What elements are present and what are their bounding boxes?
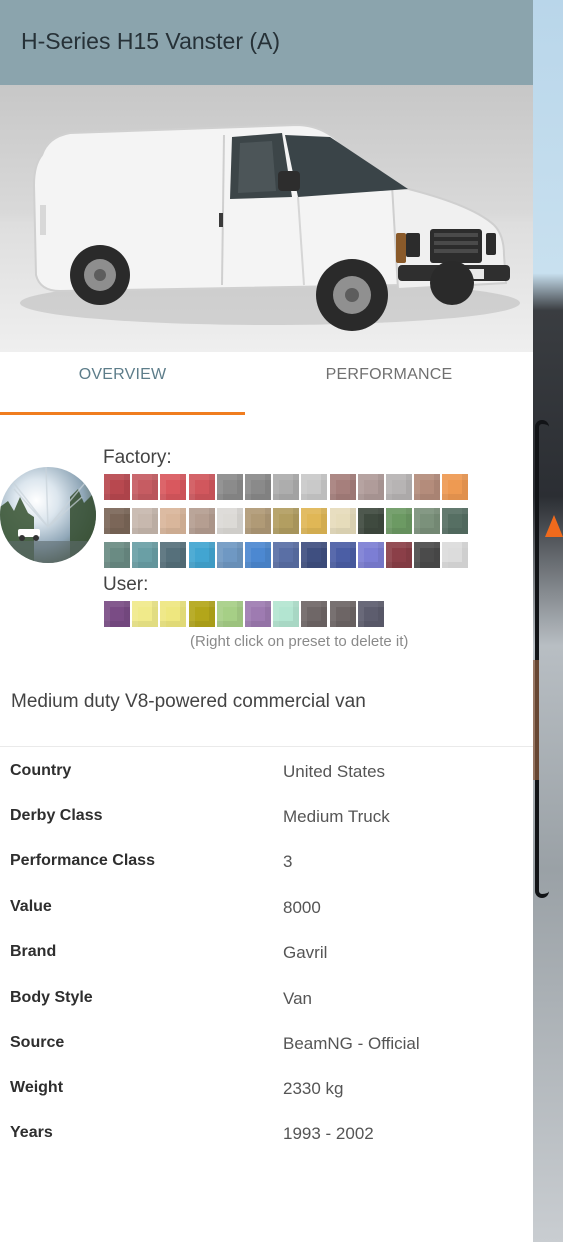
info-key: Brand	[10, 943, 57, 960]
factory-colors-label: Factory:	[103, 447, 172, 468]
factory-color-swatch[interactable]	[273, 542, 300, 568]
user-color-swatch[interactable]	[104, 601, 130, 627]
van-illustration	[20, 123, 520, 331]
info-key: Derby Class	[10, 807, 103, 824]
user-colors-label: User:	[103, 574, 149, 595]
info-row-country: Country United States	[0, 762, 533, 806]
factory-color-swatch[interactable]	[132, 542, 159, 568]
factory-color-swatch[interactable]	[329, 474, 356, 500]
info-value: 8000	[283, 898, 321, 917]
info-value: Van	[283, 989, 312, 1008]
user-color-swatch[interactable]	[245, 601, 271, 627]
factory-color-swatch[interactable]	[357, 508, 384, 534]
info-row-weight: Weight 2330 kg	[0, 1079, 533, 1123]
info-row-body-style: Body Style Van	[0, 989, 533, 1033]
user-color-swatch[interactable]	[301, 601, 328, 627]
user-color-swatch[interactable]	[273, 601, 300, 627]
factory-color-swatch[interactable]	[216, 542, 243, 568]
factory-color-swatch[interactable]	[245, 508, 271, 534]
info-key: Body Style	[10, 989, 93, 1006]
factory-color-swatch[interactable]	[357, 474, 384, 500]
tab-overview[interactable]: OVERVIEW	[0, 366, 245, 402]
factory-color-swatch[interactable]	[386, 542, 412, 568]
factory-color-swatch[interactable]	[386, 508, 412, 534]
info-key: Source	[10, 1034, 65, 1051]
user-color-swatch[interactable]	[188, 601, 215, 627]
info-value: 1993 - 2002	[283, 1124, 374, 1143]
vehicle-title: H-Series H15 Vanster (A)	[21, 28, 281, 54]
info-row-derby-class: Derby Class Medium Truck	[0, 807, 533, 851]
factory-color-swatch[interactable]	[245, 542, 271, 568]
factory-color-swatch[interactable]	[442, 474, 469, 500]
factory-color-swatch[interactable]	[104, 474, 130, 500]
factory-color-swatch[interactable]	[386, 474, 412, 500]
factory-color-swatch[interactable]	[216, 474, 243, 500]
factory-color-swatch[interactable]	[132, 508, 159, 534]
factory-color-swatch[interactable]	[188, 474, 215, 500]
factory-color-swatch[interactable]	[329, 508, 356, 534]
vehicle-description: Medium duty V8-powered commercial van	[11, 691, 366, 712]
factory-color-swatch[interactable]	[160, 508, 187, 534]
user-color-swatch[interactable]	[357, 601, 384, 627]
factory-color-swatch[interactable]	[188, 542, 215, 568]
info-row-brand: Brand Gavril	[0, 943, 533, 987]
background-object	[533, 660, 539, 780]
info-value: 2330 kg	[283, 1079, 344, 1098]
environment-map-thumbnail[interactable]	[0, 467, 96, 563]
info-row-source: Source BeamNG - Official	[0, 1034, 533, 1078]
factory-color-swatch[interactable]	[245, 474, 271, 500]
info-key: Years	[10, 1124, 53, 1141]
delete-preset-hint: (Right click on preset to delete it)	[190, 633, 409, 650]
factory-color-swatch[interactable]	[301, 474, 328, 500]
user-color-swatch[interactable]	[160, 601, 187, 627]
info-key: Weight	[10, 1079, 64, 1096]
info-row-value: Value 8000	[0, 898, 533, 942]
user-color-swatch[interactable]	[216, 601, 243, 627]
section-divider	[0, 746, 533, 747]
info-key: Value	[10, 898, 52, 915]
factory-color-swatch[interactable]	[188, 508, 215, 534]
info-row-years: Years 1993 - 2002	[0, 1124, 533, 1168]
vehicle-details-panel: H-Series H15 Vanster (A) OVERVIEW PERFOR…	[0, 0, 533, 1242]
factory-color-swatch[interactable]	[301, 542, 328, 568]
info-row-performance-class: Performance Class 3	[0, 852, 533, 896]
info-key: Performance Class	[10, 852, 155, 869]
game-background	[533, 0, 563, 1242]
factory-color-swatch[interactable]	[442, 508, 469, 534]
info-key: Country	[10, 762, 72, 779]
user-color-swatch[interactable]	[329, 601, 356, 627]
factory-color-swatch[interactable]	[329, 542, 356, 568]
factory-color-swatch[interactable]	[132, 474, 159, 500]
info-value: 3	[283, 852, 293, 871]
factory-color-swatch[interactable]	[414, 474, 441, 500]
background-rail	[535, 420, 549, 898]
factory-color-swatch[interactable]	[414, 542, 441, 568]
panel-header: H-Series H15 Vanster (A)	[0, 0, 533, 85]
factory-color-swatch[interactable]	[442, 542, 469, 568]
info-value: BeamNG - Official	[283, 1034, 420, 1053]
factory-color-swatch[interactable]	[160, 542, 187, 568]
info-value: Medium Truck	[283, 807, 390, 826]
factory-color-swatch[interactable]	[414, 508, 441, 534]
active-tab-indicator	[0, 412, 245, 415]
factory-color-swatch[interactable]	[357, 542, 384, 568]
user-color-swatch[interactable]	[132, 601, 159, 627]
factory-color-swatch[interactable]	[273, 508, 300, 534]
factory-color-swatch[interactable]	[216, 508, 243, 534]
factory-color-swatch[interactable]	[104, 508, 130, 534]
factory-color-swatch[interactable]	[273, 474, 300, 500]
factory-color-swatch[interactable]	[104, 542, 130, 568]
vehicle-preview-image	[0, 85, 533, 352]
factory-color-swatch[interactable]	[301, 508, 328, 534]
traffic-cone	[545, 515, 563, 537]
environment-preview-image	[0, 467, 96, 563]
info-value: United States	[283, 762, 386, 781]
info-value: Gavril	[283, 943, 328, 962]
tab-performance[interactable]: PERFORMANCE	[245, 366, 533, 402]
factory-color-swatch[interactable]	[160, 474, 187, 500]
